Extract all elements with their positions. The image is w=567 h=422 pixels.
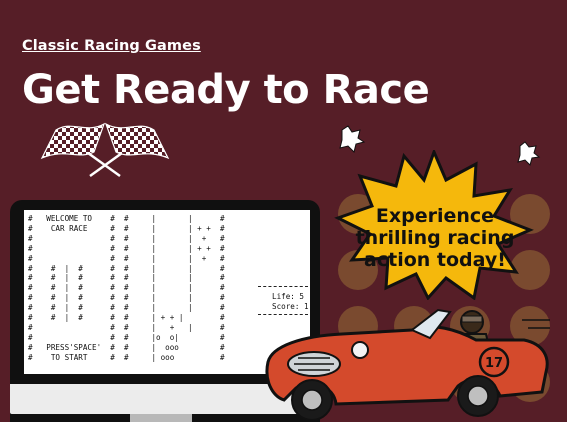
game-ascii-display: # WELCOME TO # # | | # # CAR RACE # # | … (28, 214, 225, 362)
checkered-flags-icon (40, 122, 170, 178)
race-car-icon: 17 (265, 308, 550, 421)
monitor-stand (130, 414, 192, 422)
page-title: Get Ready to Race (22, 67, 430, 113)
callout-text: Experience thrilling racing action today… (355, 205, 515, 271)
breadcrumb-link[interactable]: Classic Racing Games (22, 38, 201, 54)
svg-text:17: 17 (485, 356, 503, 371)
hud-top-divider (258, 286, 308, 287)
